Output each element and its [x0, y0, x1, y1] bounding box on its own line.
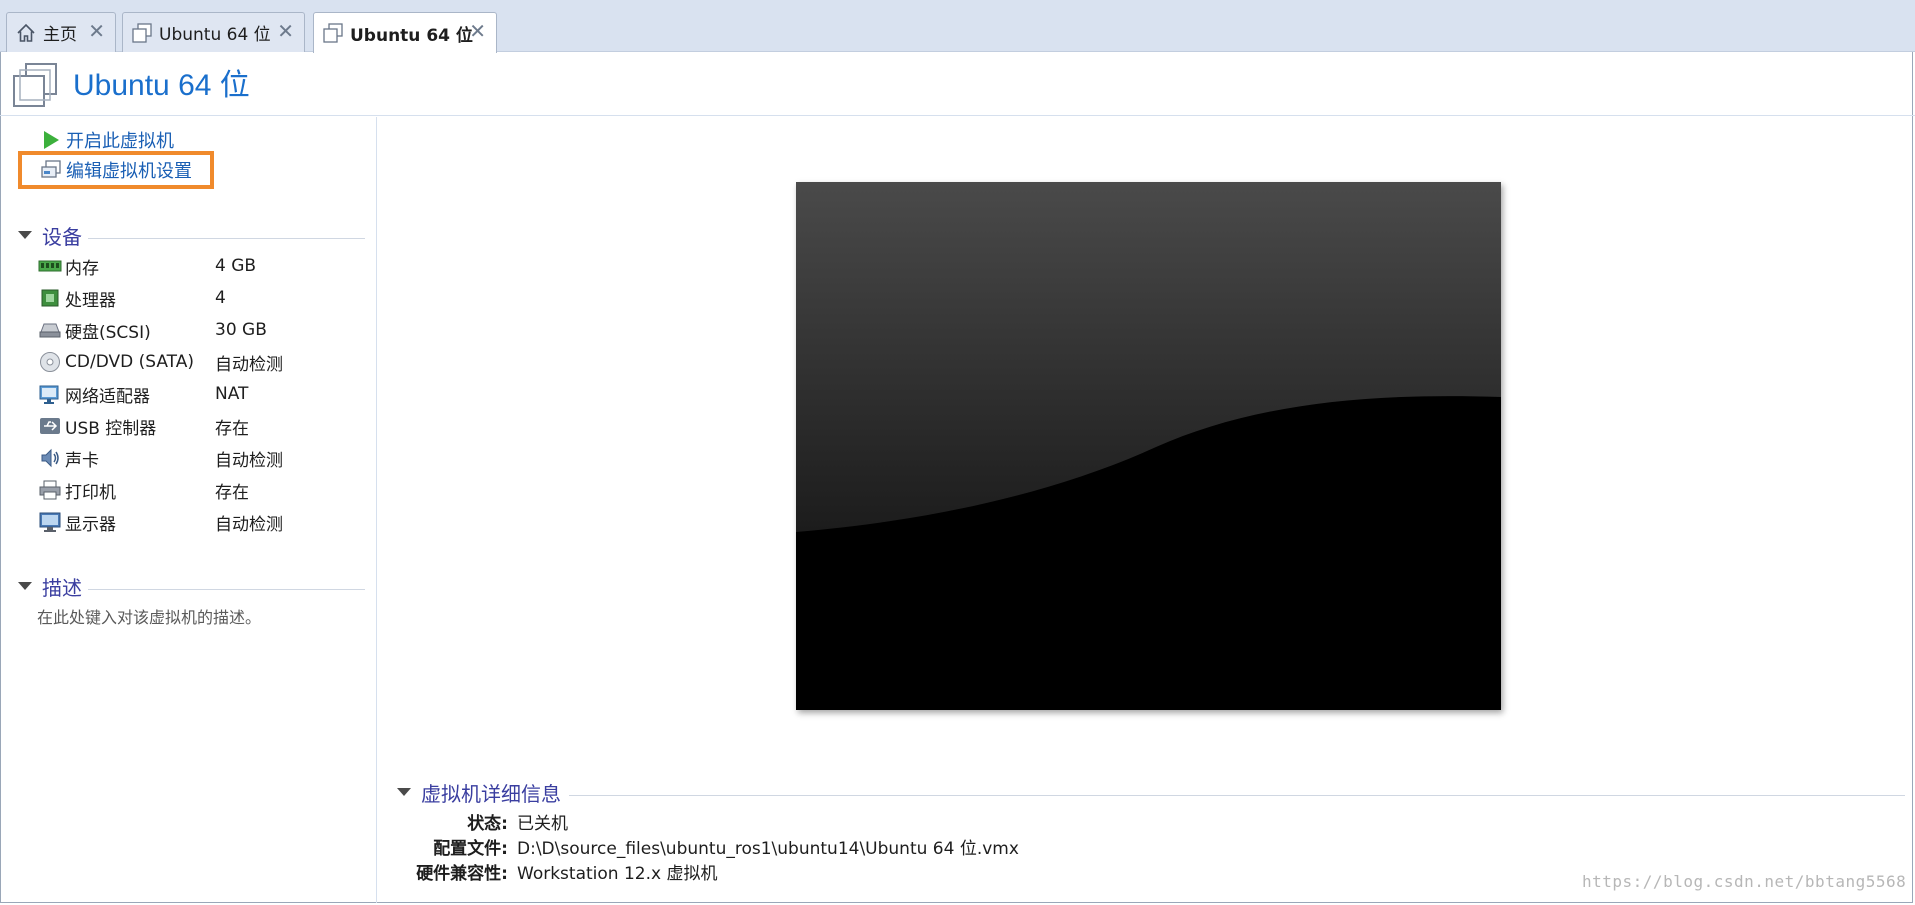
description-input[interactable]: 在此处键入对该虚拟机的描述。	[37, 604, 261, 628]
detail-value: 已关机	[517, 813, 568, 834]
device-row-hard-disk[interactable]: 硬盘(SCSI) 30 GB	[38, 315, 368, 345]
close-icon[interactable]: ✕	[88, 21, 105, 41]
device-row-processor[interactable]: 处理器 4	[38, 283, 368, 313]
collapse-triangle-icon	[397, 788, 411, 796]
highlight-annotation	[18, 151, 214, 189]
section-title: 设备	[42, 224, 82, 249]
page-title: Ubuntu 64 位	[73, 69, 250, 102]
tab-vm-1[interactable]: Ubuntu 64 位 ✕	[122, 12, 305, 52]
device-row-sound-card[interactable]: 声卡 自动检测	[38, 443, 368, 473]
detail-key: 状态:	[467, 813, 508, 834]
home-icon	[17, 23, 35, 42]
detail-row-status: 状态: 已关机	[400, 809, 1500, 834]
tab-label: Ubuntu 64 位	[159, 25, 271, 45]
collapse-triangle-icon	[18, 582, 32, 590]
tab-label: Ubuntu 64 位	[350, 25, 473, 46]
display-icon	[39, 512, 61, 532]
detail-value: D:\D\source_files\ubuntu_ros1\ubuntu14\U…	[517, 838, 1019, 859]
device-name: 处理器	[65, 290, 116, 311]
device-value: 自动检测	[215, 514, 283, 535]
vm-screen-preview[interactable]	[796, 182, 1501, 710]
description-section-header[interactable]: 描述	[18, 573, 365, 600]
device-row-network-adapter[interactable]: 网络适配器 NAT	[38, 379, 368, 409]
device-row-display[interactable]: 显示器 自动检测	[38, 507, 368, 537]
details-section-header[interactable]: 虚拟机详细信息	[397, 778, 1905, 806]
power-on-label: 开启此虚拟机	[66, 131, 174, 152]
tab-bar: 主页 ✕ Ubuntu 64 位 ✕ Ubuntu 64 位 ✕	[0, 0, 1915, 53]
device-name: 声卡	[65, 450, 99, 471]
device-value: 30 GB	[215, 320, 267, 340]
device-row-usb-controller[interactable]: USB 控制器 存在	[38, 411, 368, 441]
tab-vm-2[interactable]: Ubuntu 64 位 ✕	[313, 12, 497, 53]
device-row-printer[interactable]: 打印机 存在	[38, 475, 368, 505]
device-value: 自动检测	[215, 354, 283, 375]
device-name: 显示器	[65, 514, 116, 535]
device-name: 内存	[65, 258, 99, 279]
sound-card-icon	[41, 448, 59, 468]
close-icon[interactable]: ✕	[469, 21, 486, 41]
vm-title-bar: Ubuntu 64 位	[0, 52, 1915, 116]
tab-home[interactable]: 主页 ✕	[6, 12, 116, 52]
cd-dvd-icon	[40, 352, 60, 372]
device-row-memory[interactable]: 内存 4 GB	[38, 251, 368, 281]
device-value: 4	[215, 288, 226, 308]
close-icon[interactable]: ✕	[277, 21, 294, 41]
device-name: 打印机	[65, 482, 116, 503]
section-title: 虚拟机详细信息	[421, 781, 561, 806]
device-value: 存在	[215, 418, 249, 439]
collapse-triangle-icon	[18, 231, 32, 239]
section-title: 描述	[42, 575, 82, 600]
vm-large-icon	[13, 63, 57, 107]
processor-icon	[41, 289, 59, 307]
device-name: CD/DVD (SATA)	[65, 352, 194, 372]
device-value: 存在	[215, 482, 249, 503]
device-value: 4 GB	[215, 256, 257, 276]
network-adapter-icon	[39, 385, 59, 404]
device-name: 硬盘(SCSI)	[65, 322, 151, 343]
divider	[88, 588, 365, 590]
memory-icon	[38, 260, 62, 272]
devices-section-header[interactable]: 设备	[18, 222, 365, 249]
vm-icon	[132, 22, 152, 43]
vm-icon	[323, 23, 343, 43]
usb-icon	[40, 418, 60, 434]
divider	[569, 794, 1905, 796]
device-value: 自动检测	[215, 450, 283, 471]
tab-label: 主页	[43, 25, 77, 45]
device-name: 网络适配器	[65, 386, 150, 407]
device-row-cd-dvd[interactable]: CD/DVD (SATA) 自动检测	[38, 347, 368, 377]
divider	[88, 237, 365, 239]
detail-key: 硬件兼容性:	[416, 863, 508, 884]
vm-preview-image	[796, 182, 1501, 710]
detail-row-hardware-compat: 硬件兼容性: Workstation 12.x 虚拟机	[400, 859, 1500, 884]
device-value: NAT	[215, 384, 249, 404]
hard-disk-icon	[39, 323, 61, 338]
detail-row-config-file: 配置文件: D:\D\source_files\ubuntu_ros1\ubun…	[400, 834, 1500, 859]
detail-value: Workstation 12.x 虚拟机	[517, 863, 718, 884]
detail-key: 配置文件:	[433, 838, 508, 859]
power-on-link[interactable]: 开启此虚拟机	[40, 127, 174, 153]
watermark-text: https://blog.csdn.net/bbtang5568	[1582, 872, 1907, 891]
device-name: USB 控制器	[65, 418, 157, 439]
printer-icon	[39, 480, 61, 500]
play-icon	[44, 131, 59, 149]
